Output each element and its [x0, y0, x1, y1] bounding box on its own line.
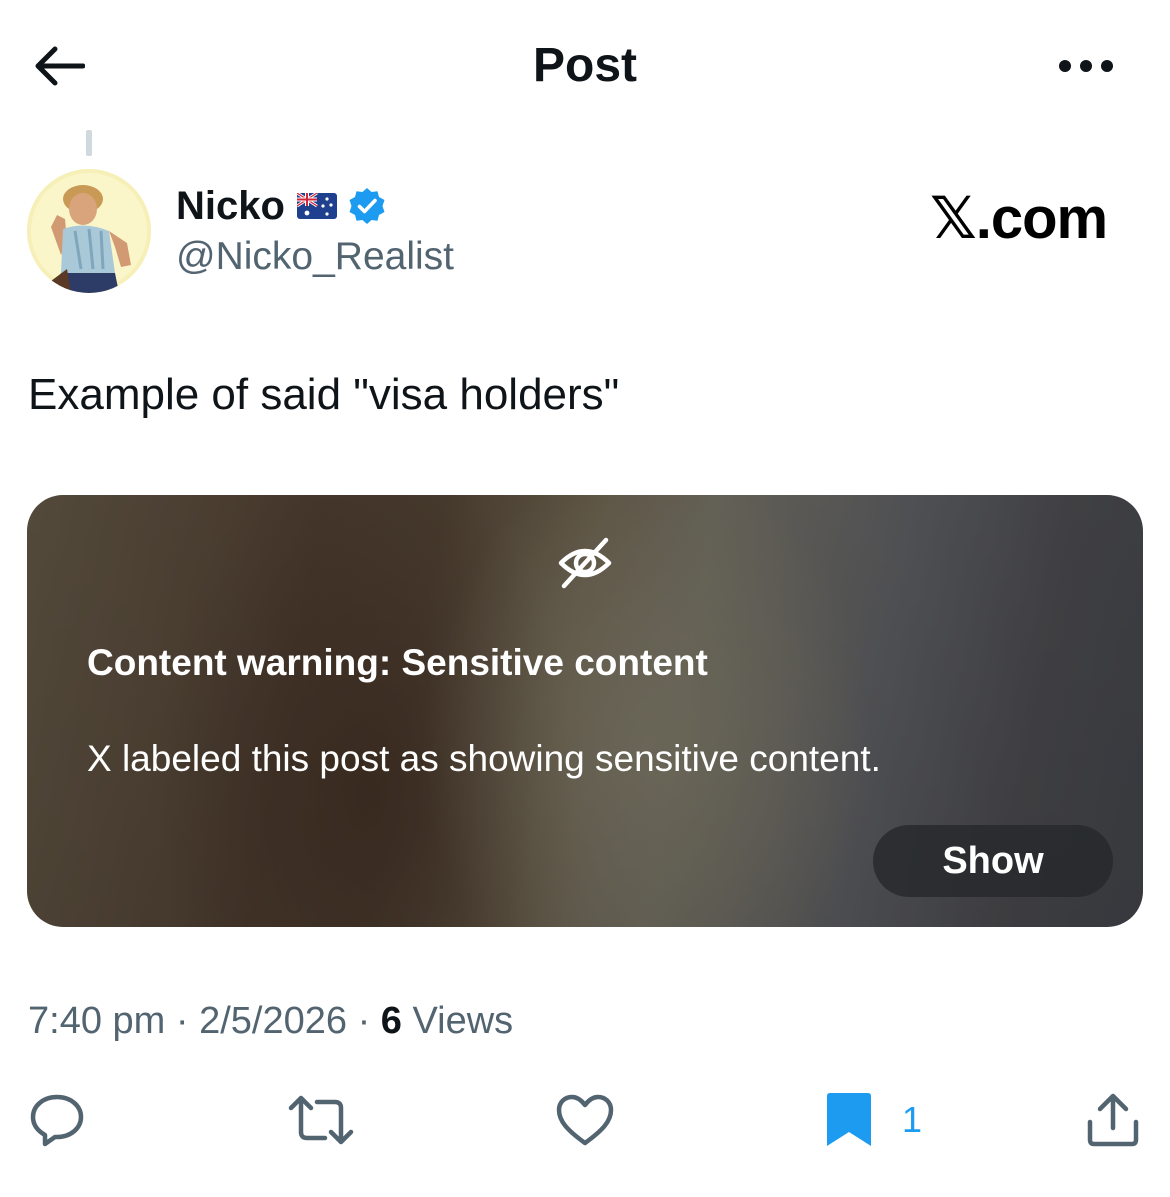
- content-warning-description: X labeled this post as showing sensitive…: [87, 738, 881, 779]
- reply-icon: [30, 1094, 84, 1147]
- bookmark-icon: [827, 1093, 871, 1146]
- verified-badge-icon: [349, 188, 385, 224]
- heart-icon: [556, 1094, 614, 1146]
- australia-flag-icon: [296, 193, 337, 219]
- page-title: Post: [532, 39, 637, 92]
- avatar-image: [27, 169, 151, 293]
- more-horizontal-icon: [1059, 60, 1113, 72]
- author-name: Nicko: [176, 184, 285, 228]
- views-label: Views: [412, 1000, 514, 1042]
- bookmark-count: 1: [902, 1099, 923, 1140]
- arrow-left-icon: [35, 46, 85, 86]
- post-text: Example of said "visa holders": [28, 370, 620, 419]
- meta-separator: ·: [357, 1000, 371, 1042]
- back-button[interactable]: [28, 38, 90, 94]
- post-date[interactable]: 2/5/2026: [199, 1000, 347, 1042]
- brand-watermark: 𝕏.com: [930, 186, 1108, 251]
- top-navigation-bar: Post: [0, 0, 1170, 130]
- sensitive-media-card[interactable]: Content warning: Sensitive content X lab…: [27, 495, 1143, 927]
- reply-button[interactable]: [28, 1090, 86, 1150]
- views-count: 6: [380, 1000, 402, 1042]
- more-options-button[interactable]: [1050, 40, 1122, 92]
- share-button[interactable]: [1086, 1090, 1140, 1150]
- bookmark-button[interactable]: 1: [824, 1090, 922, 1150]
- show-content-button[interactable]: Show: [873, 825, 1113, 897]
- repost-icon: [288, 1095, 354, 1145]
- content-warning-title: Content warning: Sensitive content: [87, 642, 708, 683]
- thread-connector-line: [86, 130, 92, 156]
- post-metadata: 7:40 pm · 2/5/2026 · 6 Views: [28, 996, 513, 1046]
- repost-button[interactable]: [287, 1090, 355, 1150]
- avatar[interactable]: [27, 169, 151, 293]
- eye-off-icon: [558, 537, 612, 589]
- like-button[interactable]: [555, 1090, 615, 1150]
- meta-separator: ·: [175, 1000, 189, 1042]
- post-time[interactable]: 7:40 pm: [28, 1000, 165, 1042]
- author-handle[interactable]: @Nicko_Realist: [176, 232, 454, 282]
- share-icon: [1087, 1093, 1139, 1147]
- author-name-row[interactable]: Nicko: [176, 180, 387, 232]
